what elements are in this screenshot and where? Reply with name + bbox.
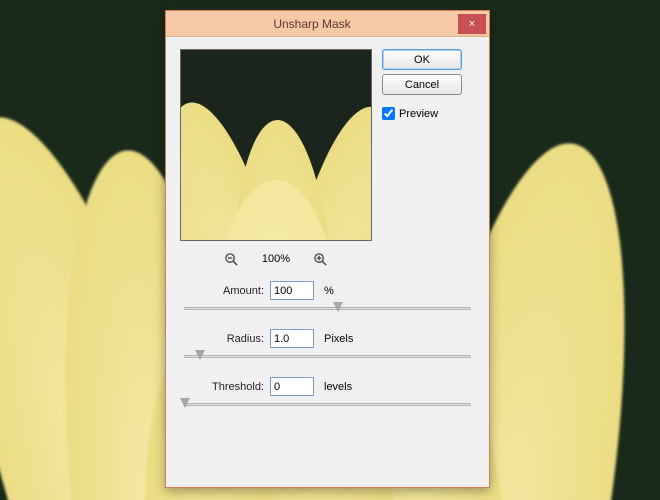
- radius-slider[interactable]: [180, 351, 475, 363]
- cancel-button[interactable]: Cancel: [382, 74, 462, 95]
- threshold-label: Threshold:: [180, 381, 264, 393]
- threshold-slider[interactable]: [180, 399, 475, 411]
- radius-thumb[interactable]: [195, 350, 205, 360]
- amount-track: [184, 307, 471, 310]
- preview-toggle[interactable]: Preview: [382, 107, 462, 120]
- close-icon: ×: [469, 18, 475, 30]
- preview-label: Preview: [399, 108, 438, 120]
- threshold-thumb[interactable]: [180, 398, 190, 408]
- zoom-out-icon: [224, 252, 239, 267]
- amount-thumb[interactable]: [333, 302, 343, 312]
- unsharp-mask-dialog: Unsharp Mask ×: [165, 10, 490, 488]
- ok-button[interactable]: OK: [382, 49, 462, 70]
- amount-label: Amount:: [180, 285, 264, 297]
- dialog-title: Unsharp Mask: [166, 17, 458, 31]
- amount-unit: %: [324, 285, 334, 297]
- cancel-label: Cancel: [405, 79, 439, 91]
- radius-row: Radius: Pixels: [180, 329, 475, 348]
- radius-label: Radius:: [180, 333, 264, 345]
- zoom-out-button[interactable]: [224, 251, 240, 267]
- amount-input[interactable]: [270, 281, 314, 300]
- ok-label: OK: [414, 54, 430, 66]
- radius-input[interactable]: [270, 329, 314, 348]
- threshold-row: Threshold: levels: [180, 377, 475, 396]
- preview-checkbox[interactable]: [382, 107, 395, 120]
- threshold-input[interactable]: [270, 377, 314, 396]
- preview-image[interactable]: [180, 49, 372, 241]
- radius-track: [184, 355, 471, 358]
- close-button[interactable]: ×: [458, 14, 486, 34]
- zoom-in-button[interactable]: [312, 251, 328, 267]
- zoom-percent: 100%: [262, 253, 290, 265]
- titlebar[interactable]: Unsharp Mask ×: [166, 11, 489, 37]
- dialog-body: 100% OK Cancel: [166, 37, 489, 487]
- amount-row: Amount: %: [180, 281, 475, 300]
- zoom-controls: 100%: [180, 251, 372, 267]
- zoom-in-icon: [313, 252, 328, 267]
- radius-unit: Pixels: [324, 333, 353, 345]
- threshold-unit: levels: [324, 381, 352, 393]
- threshold-track: [184, 403, 471, 406]
- amount-slider[interactable]: [180, 303, 475, 315]
